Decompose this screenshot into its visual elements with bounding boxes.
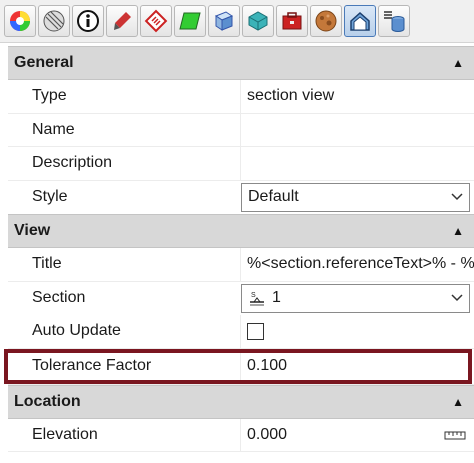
- auto-update-label: Auto Update: [32, 322, 121, 340]
- cube-icon: [214, 11, 234, 31]
- info-button[interactable]: [72, 5, 104, 37]
- section-view-button[interactable]: [344, 5, 376, 37]
- info-icon: [77, 10, 99, 32]
- solid-button[interactable]: [242, 5, 274, 37]
- style-dropdown[interactable]: Default: [241, 182, 470, 212]
- section-view-icon: [350, 11, 370, 31]
- section-location-header[interactable]: Location ▲: [8, 384, 474, 419]
- property-row-description: Description: [8, 147, 474, 181]
- property-row-tolerance-factor: Tolerance Factor 0.100: [4, 348, 474, 385]
- database-button[interactable]: [378, 5, 410, 37]
- property-row-section: Section S 1: [8, 282, 474, 316]
- property-row-auto-update: Auto Update: [8, 315, 474, 349]
- auto-update-checkbox[interactable]: [247, 322, 264, 340]
- brush-button[interactable]: [106, 5, 138, 37]
- color-wheel-button[interactable]: [4, 5, 36, 37]
- hatch-button[interactable]: [140, 5, 172, 37]
- section-view-title: View: [14, 222, 51, 239]
- properties-panel: General ▲ Type section view Name Descrip…: [4, 46, 474, 452]
- cube-button[interactable]: [208, 5, 240, 37]
- description-label: Description: [32, 154, 113, 172]
- section-marker-icon: S: [250, 292, 264, 306]
- pattern-icon: [43, 10, 65, 32]
- section-dropdown[interactable]: S 1: [241, 283, 470, 313]
- section-label: Section: [32, 289, 86, 307]
- color-wheel-icon: [10, 11, 30, 31]
- elevation-label: Elevation: [32, 425, 98, 443]
- svg-text:S: S: [251, 292, 256, 299]
- surface-icon: [179, 12, 201, 30]
- section-location-title: Location: [14, 392, 81, 410]
- section-dropdown-value: 1: [272, 289, 281, 307]
- style-dropdown-value: Default: [248, 188, 299, 206]
- collapse-caret-icon[interactable]: ▲: [452, 56, 464, 70]
- solid-icon: [248, 11, 268, 31]
- property-row-style: Style Default: [8, 181, 474, 215]
- hatch-icon: [144, 9, 168, 33]
- pattern-button[interactable]: [38, 5, 70, 37]
- collapse-caret-icon[interactable]: ▲: [452, 224, 464, 238]
- style-label: Style: [32, 188, 68, 206]
- section-general-header[interactable]: General ▲: [8, 46, 474, 80]
- name-label: Name: [32, 120, 75, 138]
- property-row-name: Name: [8, 113, 474, 147]
- toolbox-button[interactable]: [276, 5, 308, 37]
- database-icon: [384, 11, 405, 32]
- property-row-title: Title %<section.referenceText>% - %<: [8, 248, 474, 282]
- toolbar: [0, 0, 474, 43]
- type-label: Type: [32, 87, 67, 105]
- auto-update-cell: [240, 315, 474, 348]
- title-label: Title: [32, 255, 62, 273]
- section-view-header[interactable]: View ▲: [8, 214, 474, 248]
- chevron-down-icon: [451, 294, 463, 302]
- title-field[interactable]: %<section.referenceText>% - %<: [240, 248, 474, 281]
- texture-button[interactable]: [310, 5, 342, 37]
- elevation-field[interactable]: 0.000: [240, 418, 474, 451]
- texture-icon: [315, 10, 337, 32]
- type-value: section view: [240, 80, 474, 113]
- tolerance-factor-label: Tolerance Factor: [32, 357, 152, 374]
- tolerance-factor-field[interactable]: 0.100: [240, 348, 474, 384]
- description-field[interactable]: [240, 147, 474, 180]
- toolbox-icon: [282, 12, 302, 30]
- collapse-caret-icon[interactable]: ▲: [452, 395, 464, 409]
- chevron-down-icon: [451, 193, 463, 201]
- brush-icon: [114, 12, 131, 30]
- surface-button[interactable]: [174, 5, 206, 37]
- property-row-type: Type section view: [8, 80, 474, 114]
- name-field[interactable]: [240, 113, 474, 146]
- ruler-icon[interactable]: [444, 430, 466, 440]
- property-row-elevation: Elevation 0.000: [8, 418, 474, 452]
- section-general-title: General: [14, 54, 74, 71]
